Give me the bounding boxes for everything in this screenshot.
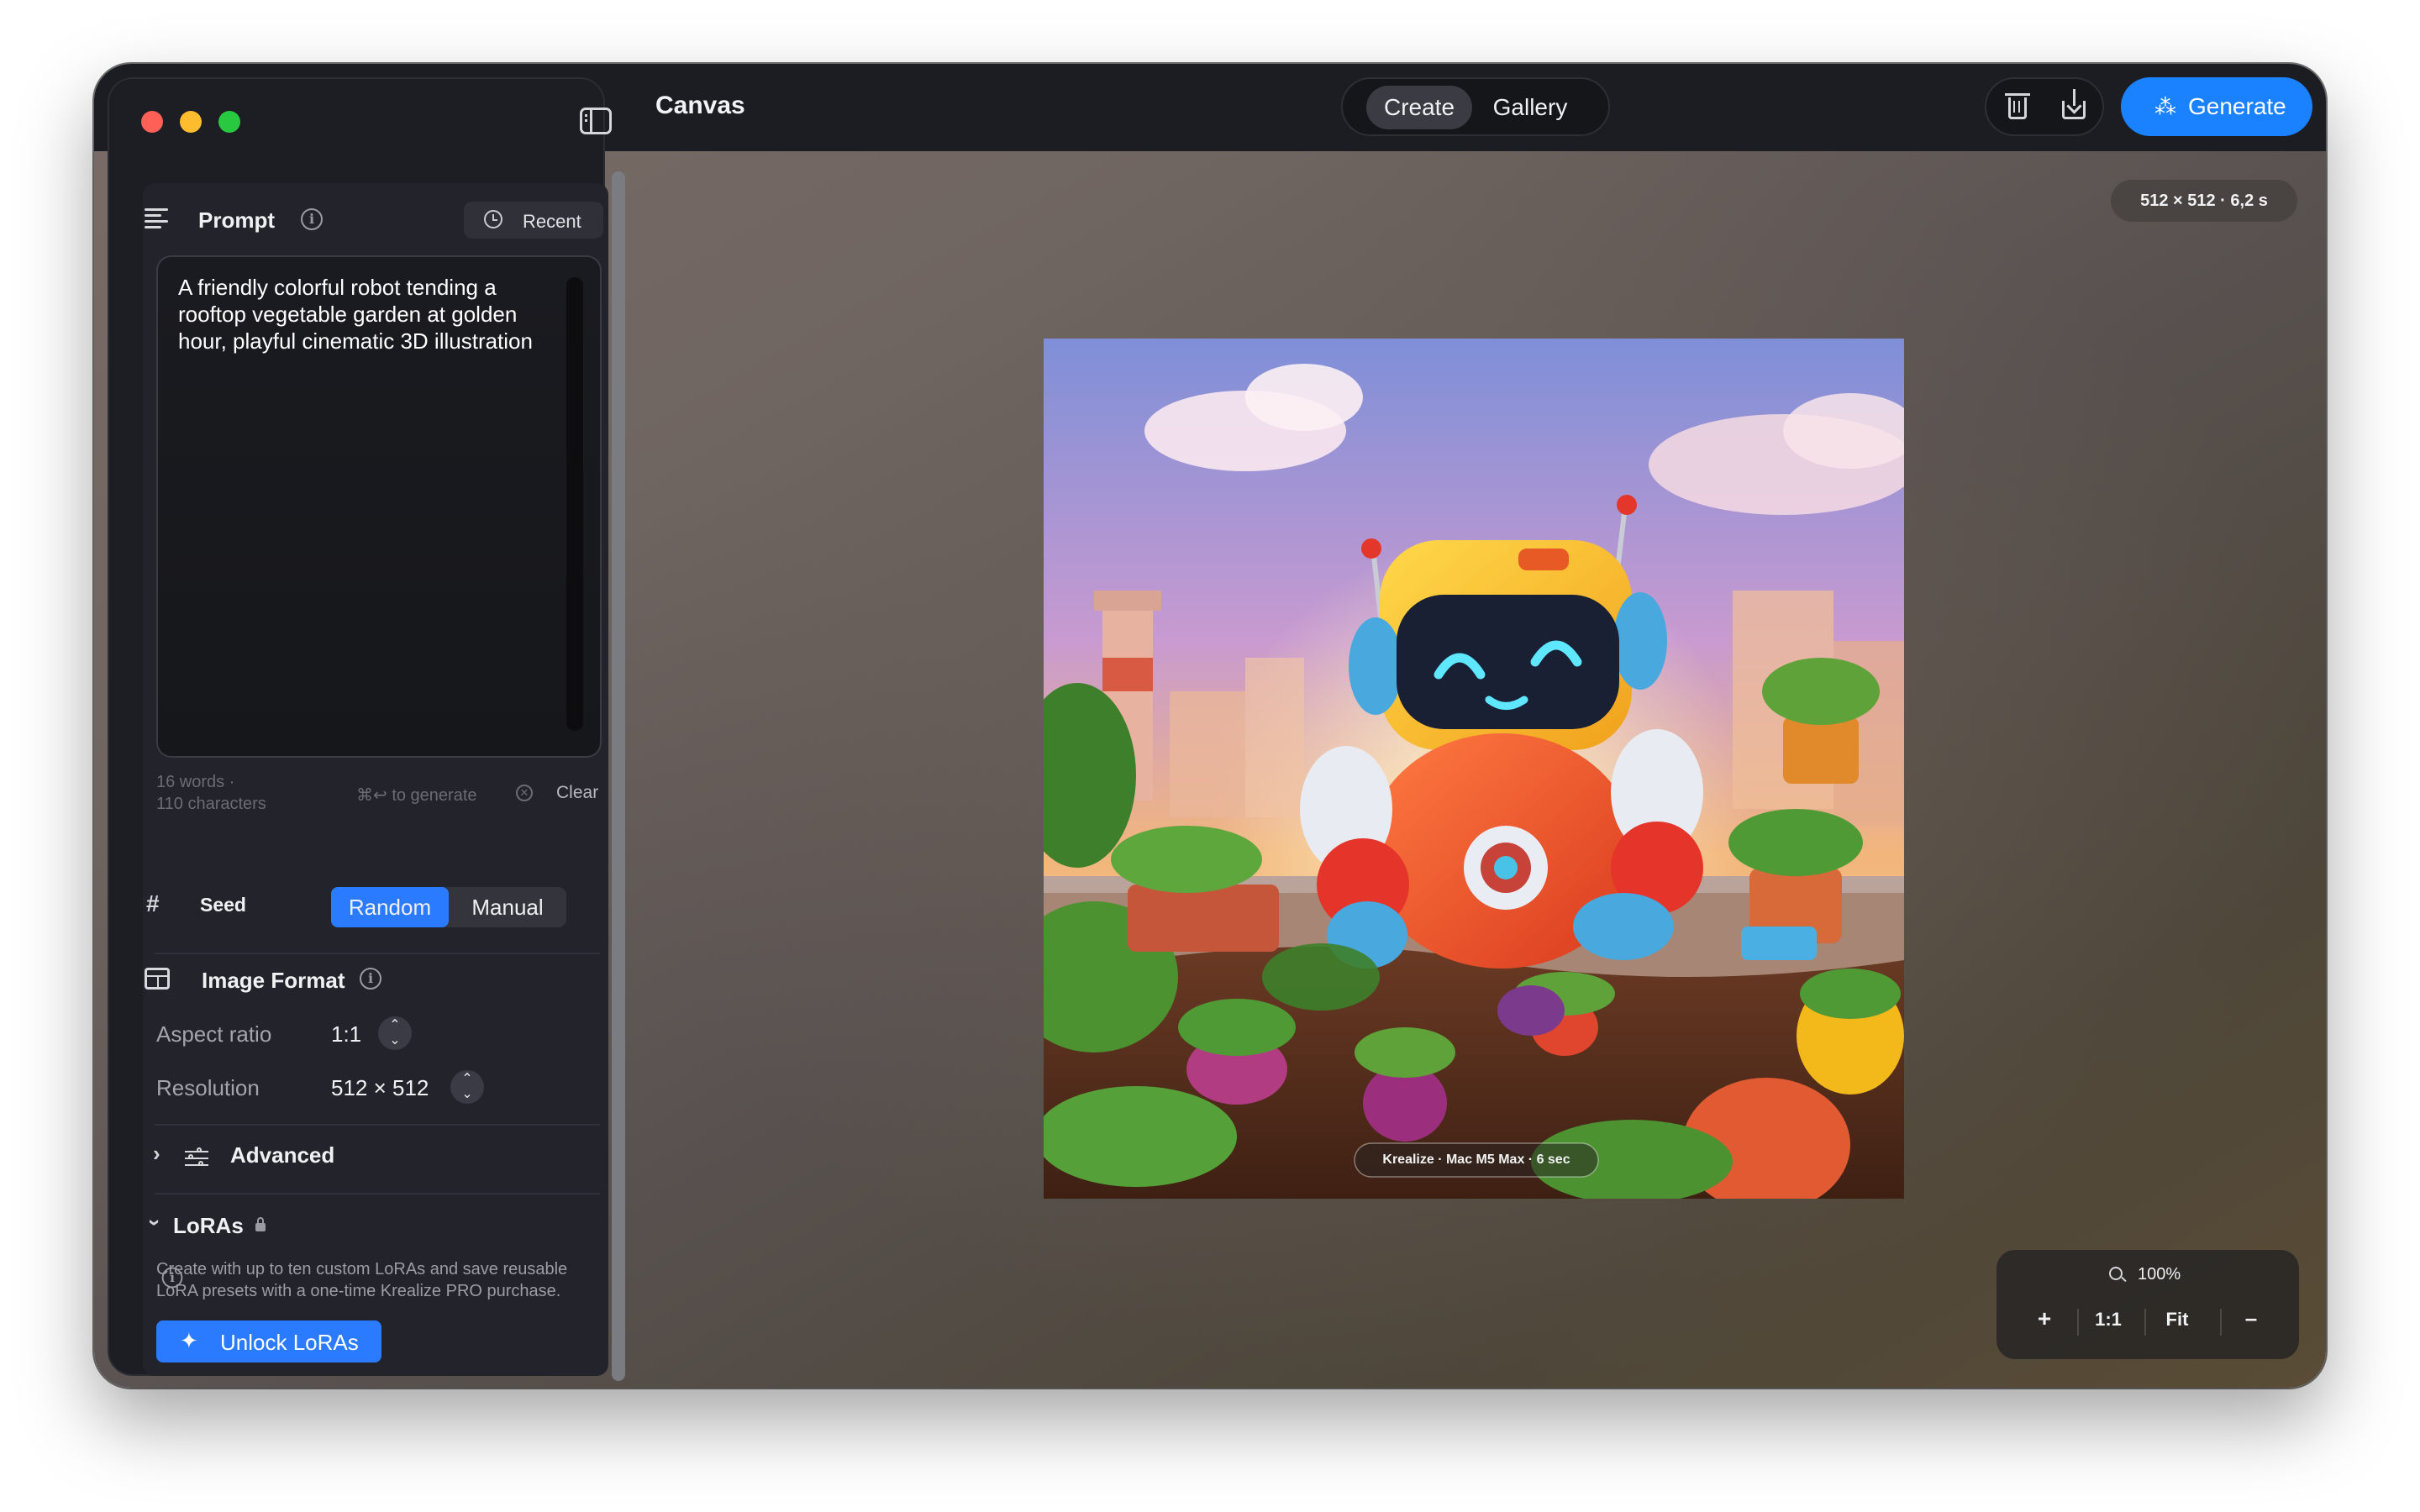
divider [155, 1193, 600, 1194]
aspect-ratio-value[interactable]: 1:1 [331, 1021, 361, 1047]
image-actions [1985, 77, 2104, 136]
image-format-title: Image Format [202, 968, 345, 993]
prompt-info-icon[interactable]: i [301, 208, 323, 230]
divider [2220, 1309, 2222, 1336]
sliders-icon [185, 1147, 208, 1168]
prompt-input[interactable]: A friendly colorful robot tending a roof… [156, 255, 602, 758]
word-count: 16 words · [156, 773, 235, 791]
divider [2077, 1309, 2079, 1336]
shortcut-hint: ⌘↩ to generate [356, 786, 477, 805]
zoom-window-button[interactable] [218, 111, 240, 133]
sidebar: Prompt i Recent A friendly colorful robo… [108, 77, 625, 1381]
lock-icon [255, 1217, 266, 1231]
generated-image[interactable]: Krealize · Mac M5 Max · 6 sec [1044, 339, 1904, 1199]
seed-random-option[interactable]: Random [331, 887, 449, 927]
resolution-value[interactable]: 512 × 512 [331, 1075, 429, 1101]
zoom-in-button[interactable]: + [2032, 1305, 2057, 1332]
aspect-ratio-stepper-icon[interactable]: ⌃ ⌄ [378, 1016, 412, 1050]
fit-button[interactable]: Fit [2156, 1309, 2198, 1331]
text-lines-icon [145, 208, 170, 228]
loras-section-toggle[interactable]: LoRAs [173, 1213, 244, 1239]
actual-size-button[interactable]: 1:1 [2089, 1309, 2128, 1331]
recent-prompts-button[interactable]: Recent [464, 202, 603, 239]
zoom-out-button[interactable]: – [2238, 1305, 2264, 1331]
mode-tabs: Create Gallery [1341, 77, 1610, 136]
trash-icon[interactable] [2005, 93, 2030, 119]
app-window: Prompt i Recent A friendly colorful robo… [94, 64, 2326, 1388]
chevron-down-icon[interactable]: › [142, 1219, 168, 1226]
close-window-button[interactable] [141, 111, 163, 133]
recent-label: Recent [523, 211, 581, 232]
seed-label: Seed [200, 894, 246, 916]
magnifier-icon [2109, 1267, 2123, 1280]
clear-button[interactable]: Clear [556, 783, 598, 803]
export-icon[interactable] [2062, 89, 2086, 119]
seed-mode-segmented-control: Random Manual [331, 887, 566, 927]
image-caption: Krealize · Mac M5 Max · 6 sec [1382, 1152, 1570, 1167]
resolution-stepper-icon[interactable]: ⌃ ⌄ [450, 1070, 484, 1104]
aspect-ratio-label: Aspect ratio [156, 1021, 272, 1047]
divider [155, 953, 600, 954]
advanced-section-toggle[interactable]: Advanced [230, 1142, 334, 1168]
zoom-controls: 100% + 1:1 Fit – [1996, 1250, 2299, 1359]
image-format-info-icon[interactable]: i [360, 968, 381, 990]
clear-icon[interactable]: ✕ [516, 785, 533, 801]
unlock-loras-label: Unlock LoRAs [220, 1330, 359, 1355]
unlock-loras-button[interactable]: ✦ Unlock LoRAs [156, 1320, 381, 1362]
sidebar-toggle-icon[interactable] [580, 108, 612, 134]
hash-icon: # [146, 890, 160, 916]
image-format-icon [145, 968, 170, 990]
clock-icon [484, 210, 502, 228]
divider [155, 1124, 600, 1126]
minimize-window-button[interactable] [180, 111, 202, 133]
character-count: 110 characters [156, 795, 266, 813]
divider [2144, 1309, 2146, 1336]
generate-button[interactable]: ⁂ Generate [2121, 77, 2312, 136]
page-title: Canvas [655, 92, 745, 119]
loras-description: Create with up to ten custom LoRAs and s… [156, 1260, 568, 1300]
tab-create[interactable]: Create [1366, 86, 1472, 129]
prompt-scrollbar[interactable] [566, 277, 583, 731]
prompt-text[interactable]: A friendly colorful robot tending a roof… [178, 274, 556, 354]
robot-garden-illustration [1044, 339, 1904, 1199]
generate-label: Generate [2188, 93, 2286, 119]
sparkle-icon: ✦ [180, 1328, 198, 1353]
seed-manual-option[interactable]: Manual [449, 887, 566, 927]
chevron-right-icon[interactable]: › [153, 1141, 160, 1167]
zoom-percent: 100% [2138, 1265, 2181, 1284]
resolution-label: Resolution [156, 1075, 260, 1100]
sidebar-scrollbar[interactable] [612, 171, 625, 1381]
tab-gallery[interactable]: Gallery [1477, 86, 1583, 129]
prompt-title: Prompt [198, 207, 275, 233]
magic-wand-icon: ⁂ [2154, 94, 2176, 119]
image-meta-badge: 512 × 512 · 6,2 s [2111, 180, 2297, 222]
